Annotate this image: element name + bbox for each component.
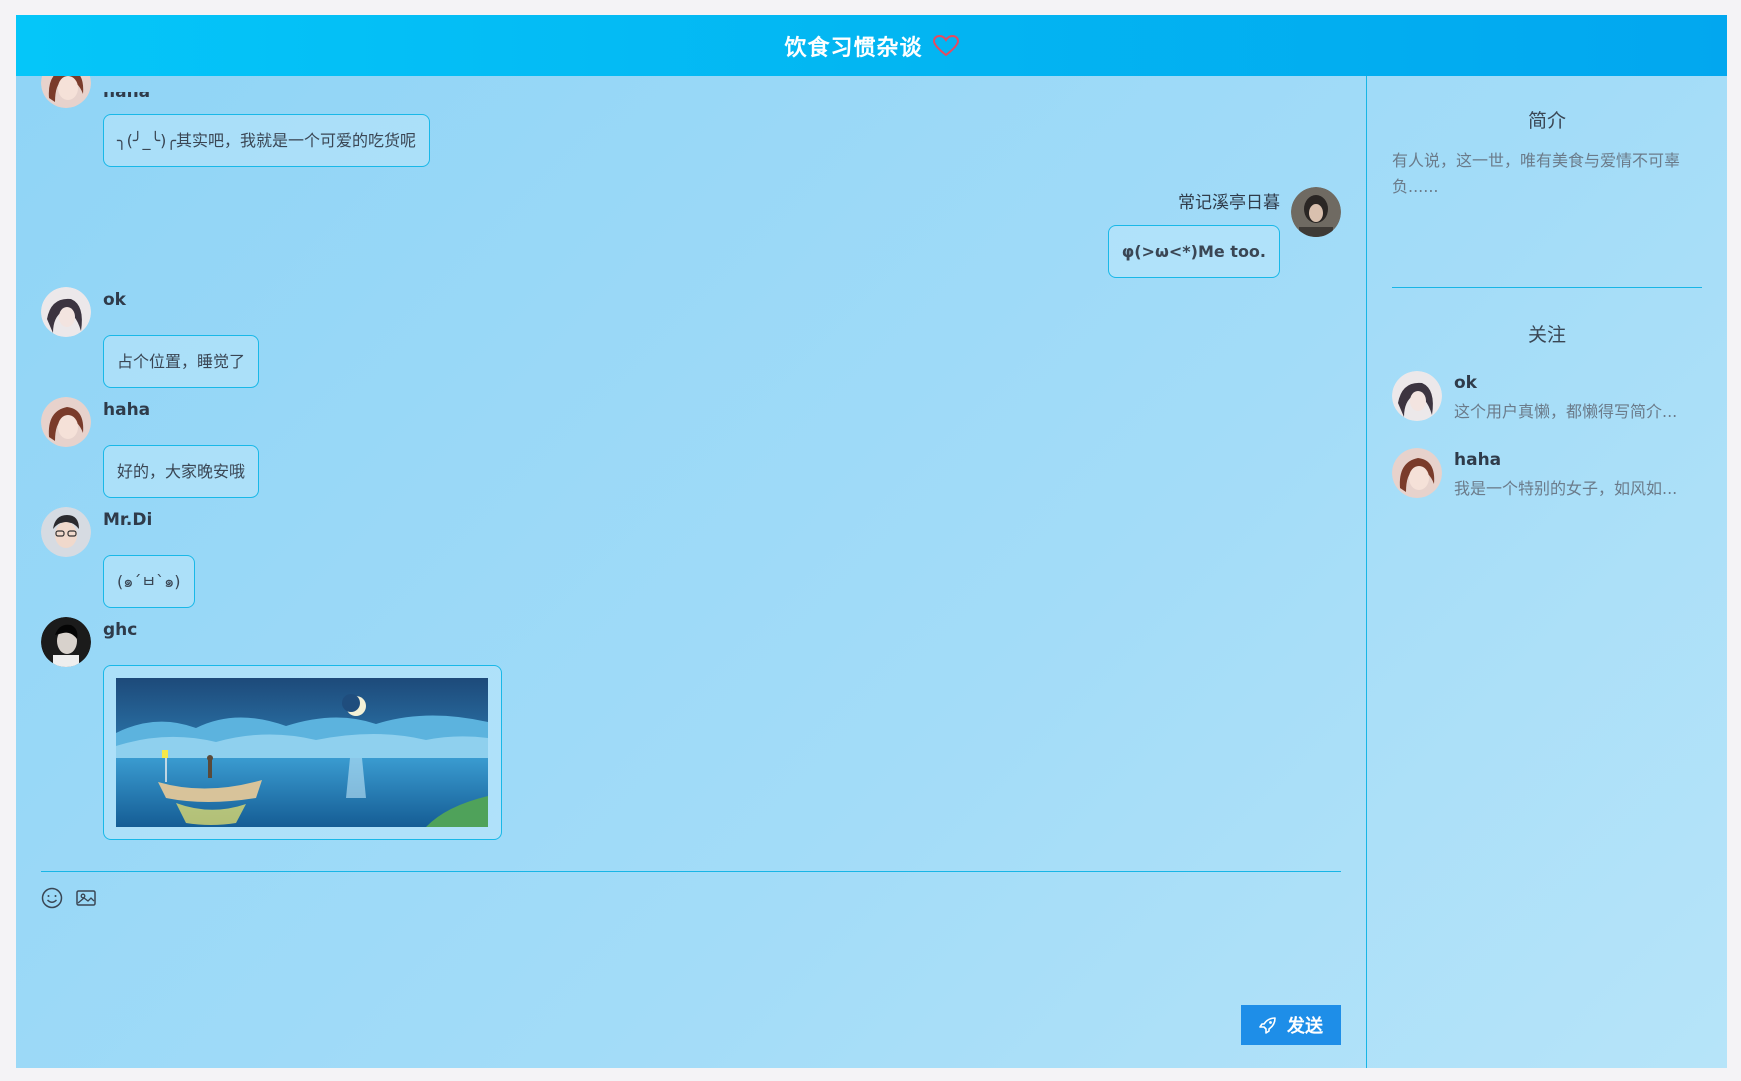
avatar[interactable] — [41, 617, 91, 667]
message-item: ghc — [16, 76, 616, 866]
app-window: 饮食习惯杂谈 haha ╮(╯_╰)╭其实吧，我就是一个可爱的吃货呢 常记溪亭日… — [16, 15, 1727, 1068]
message-toolbar — [41, 887, 97, 909]
intro-title: 简介 — [1527, 110, 1566, 132]
rocket-icon — [1259, 1017, 1276, 1034]
sidebar: 简介 有人说，这一世，唯有美食与爱情不可辜负...... 关注 ok 这个用户真… — [1367, 76, 1727, 1068]
intro-text: 有人说，这一世，唯有美食与爱情不可辜负...... — [1392, 151, 1681, 196]
page-title: 饮食习惯杂谈 — [784, 35, 923, 61]
follow-item[interactable]: haha 我是一个特别的女子，如风如... — [1392, 448, 1702, 500]
follow-desc: 这个用户真懒，都懒得写简介... — [1454, 402, 1678, 421]
avatar — [1392, 371, 1442, 421]
follow-item[interactable]: ok 这个用户真懒，都懒得写简介... — [1392, 371, 1702, 423]
message-username: ghc — [103, 620, 138, 640]
send-button[interactable]: 发送 — [1241, 1005, 1341, 1045]
night-lake-boat-image — [116, 678, 488, 827]
message-list[interactable]: haha ╮(╯_╰)╭其实吧，我就是一个可爱的吃货呢 常记溪亭日暮 φ(>ω<… — [16, 76, 1366, 871]
heart-icon[interactable] — [932, 34, 959, 57]
sidebar-divider-line — [1392, 287, 1702, 288]
image-message[interactable] — [103, 665, 502, 840]
follow-name: haha — [1454, 450, 1502, 470]
follow-title: 关注 — [1527, 324, 1566, 346]
send-button-label: 发送 — [1287, 1016, 1323, 1037]
chat-header: 饮食习惯杂谈 — [16, 15, 1727, 76]
follow-name: ok — [1454, 373, 1477, 393]
message-username: 常记溪亭日暮 — [1178, 193, 1280, 213]
message-bubble: φ(>ω<*)Me too. — [1107, 225, 1280, 278]
follow-desc: 我是一个特别的女子，如风如... — [1454, 479, 1678, 498]
avatar[interactable] — [1291, 187, 1341, 237]
smile-icon[interactable] — [41, 887, 63, 909]
chat-divider — [41, 871, 1341, 872]
chat-panel: haha ╮(╯_╰)╭其实吧，我就是一个可爱的吃货呢 常记溪亭日暮 φ(>ω<… — [16, 76, 1366, 1068]
image-icon[interactable] — [75, 887, 97, 909]
avatar — [1392, 448, 1442, 498]
